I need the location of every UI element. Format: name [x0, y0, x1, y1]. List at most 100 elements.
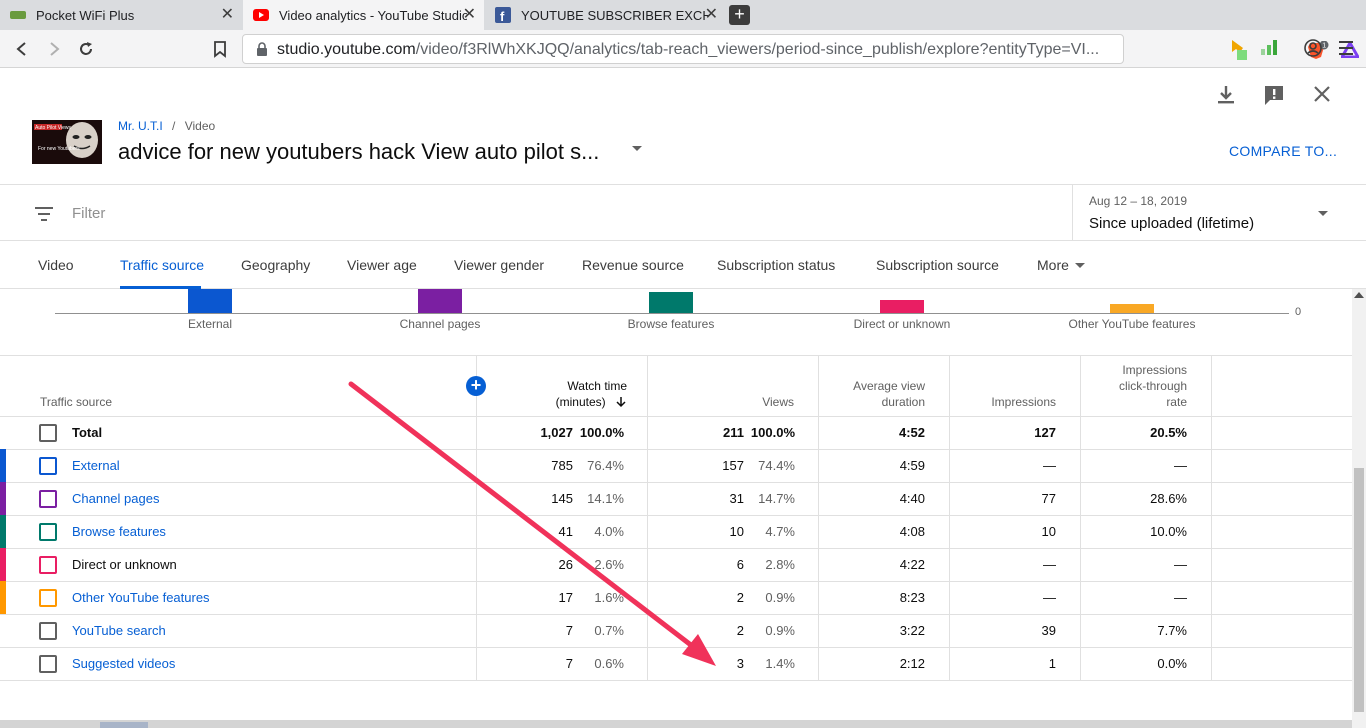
tab-subscription-status[interactable]: Subscription status	[717, 257, 835, 273]
chart-bar[interactable]	[649, 292, 693, 313]
channel-link[interactable]: Mr. U.T.I	[118, 119, 163, 133]
ctr-value: 7.7%	[1157, 623, 1187, 638]
header-views[interactable]: Views	[700, 394, 794, 410]
traffic-source-name[interactable]: External	[72, 458, 120, 473]
browser-tab-pocket-wifi[interactable]: Pocket WiFi Plus ✕	[0, 0, 242, 30]
table-top-border	[0, 355, 1352, 356]
views-percent: 74.4%	[758, 458, 795, 473]
chart-bar[interactable]	[418, 289, 462, 313]
table-row[interactable]: Direct or unknown 26 2.6% 6 2.8% 4:22 — —	[0, 548, 1352, 581]
close-tab-icon[interactable]: ✕	[463, 7, 476, 23]
browser-tab-youtube-studio[interactable]: Video analytics - YouTube Studio ✕	[243, 0, 484, 30]
traffic-source-name[interactable]: Suggested videos	[72, 656, 175, 671]
row-checkbox[interactable]	[39, 556, 57, 574]
row-checkbox[interactable]	[39, 424, 57, 442]
tab-viewer-age[interactable]: Viewer age	[347, 257, 417, 273]
back-icon[interactable]	[12, 39, 32, 59]
hand-extension-icon[interactable]	[1228, 38, 1248, 65]
period-range: Aug 12 – 18, 2019	[1089, 194, 1188, 208]
views-percent: 0.9%	[765, 590, 795, 605]
chart-bar-label: Channel pages	[399, 317, 481, 331]
tab-more[interactable]: More	[1037, 257, 1069, 273]
header-ctr-line2: click-through	[1118, 379, 1187, 393]
feedback-icon[interactable]	[1263, 84, 1285, 112]
shield-count-badge: 1	[1322, 43, 1326, 50]
profile-icon[interactable]	[1304, 39, 1322, 62]
watch-time-value: 26	[558, 557, 573, 572]
filter-input[interactable]: Filter	[72, 205, 105, 222]
menu-icon[interactable]	[1338, 39, 1354, 62]
table-row[interactable]: Browse features 41 4.0% 10 4.7% 4:08 10 10.0%	[0, 515, 1352, 548]
scroll-up-icon[interactable]	[1354, 292, 1364, 298]
close-tab-icon[interactable]: ✕	[705, 7, 718, 23]
ctr-value: —	[1174, 590, 1187, 605]
header-avd-line1: Average view	[853, 379, 925, 393]
video-selector-caret-icon[interactable]	[632, 146, 642, 151]
watch-time-value: 7	[565, 656, 573, 671]
tab-video[interactable]: Video	[38, 257, 74, 273]
more-dropdown-icon[interactable]	[1075, 263, 1085, 268]
close-icon[interactable]	[1312, 84, 1332, 110]
row-checkbox[interactable]	[39, 622, 57, 640]
reload-icon[interactable]	[76, 39, 96, 59]
views-percent: 14.7%	[758, 491, 795, 506]
header-ctr-line1: Impressions	[1122, 363, 1187, 377]
period-selector[interactable]: Aug 12 – 18, 2019 Since uploaded (lifeti…	[1072, 185, 1366, 241]
new-tab-button[interactable]: +	[729, 5, 750, 25]
row-checkbox[interactable]	[39, 589, 57, 607]
tab-geography[interactable]: Geography	[241, 257, 310, 273]
views-value: 6	[736, 557, 744, 572]
row-checkbox[interactable]	[39, 655, 57, 673]
tab-subscription-source[interactable]: Subscription source	[876, 257, 999, 273]
tab-traffic-source[interactable]: Traffic source	[120, 257, 204, 273]
browser-tab-bar: Pocket WiFi Plus ✕ Video analytics - You…	[0, 0, 1366, 30]
close-tab-icon[interactable]: ✕	[221, 7, 234, 23]
header-impressions-ctr[interactable]: Impressions click-through rate	[1090, 362, 1187, 410]
row-checkbox[interactable]	[39, 457, 57, 475]
chart-bar[interactable]	[880, 300, 924, 313]
bookmark-icon[interactable]	[210, 39, 230, 59]
compare-to-button[interactable]: COMPARE TO...	[1229, 143, 1337, 159]
tab-revenue-source[interactable]: Revenue source	[582, 257, 684, 273]
table-row[interactable]: External 785 76.4% 157 74.4% 4:59 — —	[0, 449, 1352, 482]
header-traffic-source[interactable]: Traffic source	[40, 394, 112, 410]
sort-descending-icon[interactable]	[609, 395, 627, 409]
browser-tab-facebook[interactable]: f YOUTUBE SUBSCRIBER EXCHANGE ✕	[485, 0, 726, 30]
traffic-source-name[interactable]: Browse features	[72, 524, 166, 539]
header-impressions[interactable]: Impressions	[960, 394, 1056, 410]
table-row[interactable]: YouTube search 7 0.7% 2 0.9% 3:22 39 7.7%	[0, 614, 1352, 647]
scrollbar-thumb[interactable]	[1354, 468, 1364, 712]
header-watch-time-line2: (minutes)	[555, 395, 606, 409]
address-bar[interactable]: studio.youtube.com/video/f3RlWhXKJQQ/ana…	[242, 34, 1361, 64]
header-watch-time[interactable]: Watch time (minutes)	[500, 378, 627, 410]
row-checkbox[interactable]	[39, 490, 57, 508]
row-checkbox[interactable]	[39, 523, 57, 541]
add-metric-button[interactable]: +	[466, 376, 486, 396]
table-row[interactable]: Suggested videos 7 0.6% 3 1.4% 2:12 1 0.0%	[0, 647, 1352, 680]
forward-icon[interactable]	[44, 39, 64, 59]
avg-view-duration-value: 3:22	[899, 623, 925, 638]
tab-viewer-gender[interactable]: Viewer gender	[454, 257, 544, 273]
table-row[interactable]: Channel pages 145 14.1% 31 14.7% 4:40 77 28.6%	[0, 482, 1352, 515]
impressions-value: 77	[1041, 491, 1056, 506]
watch-time-percent: 14.1%	[587, 491, 624, 506]
filter-icon[interactable]	[35, 207, 53, 226]
horizontal-scrollbar-thumb[interactable]	[100, 722, 148, 728]
traffic-source-name[interactable]: YouTube search	[72, 623, 166, 638]
traffic-source-name[interactable]: Channel pages	[72, 491, 159, 506]
signal-extension-icon[interactable]	[1260, 38, 1278, 61]
chart-baseline	[55, 313, 1289, 314]
row-divider	[0, 680, 1352, 681]
horizontal-scrollbar[interactable]	[0, 720, 1352, 728]
table-row-total[interactable]: Total 1,027 100.0% 211 100.0% 4:52 127 20.5%	[0, 416, 1352, 449]
video-title[interactable]: advice for new youtubers hack View auto …	[118, 139, 599, 165]
table-row[interactable]: Other YouTube features 17 1.6% 2 0.9% 8:23 — —	[0, 581, 1352, 614]
chart-bar[interactable]	[1110, 304, 1154, 313]
chart-bar[interactable]	[188, 289, 232, 313]
youtube-favicon	[253, 7, 269, 23]
download-icon[interactable]	[1215, 84, 1237, 112]
video-thumbnail[interactable]: Auto Pilot Views For new Youtubers	[32, 120, 102, 164]
watch-time-value: 1,027	[540, 425, 573, 440]
header-average-view-duration[interactable]: Average view duration	[830, 378, 925, 410]
traffic-source-name[interactable]: Other YouTube features	[72, 590, 210, 605]
